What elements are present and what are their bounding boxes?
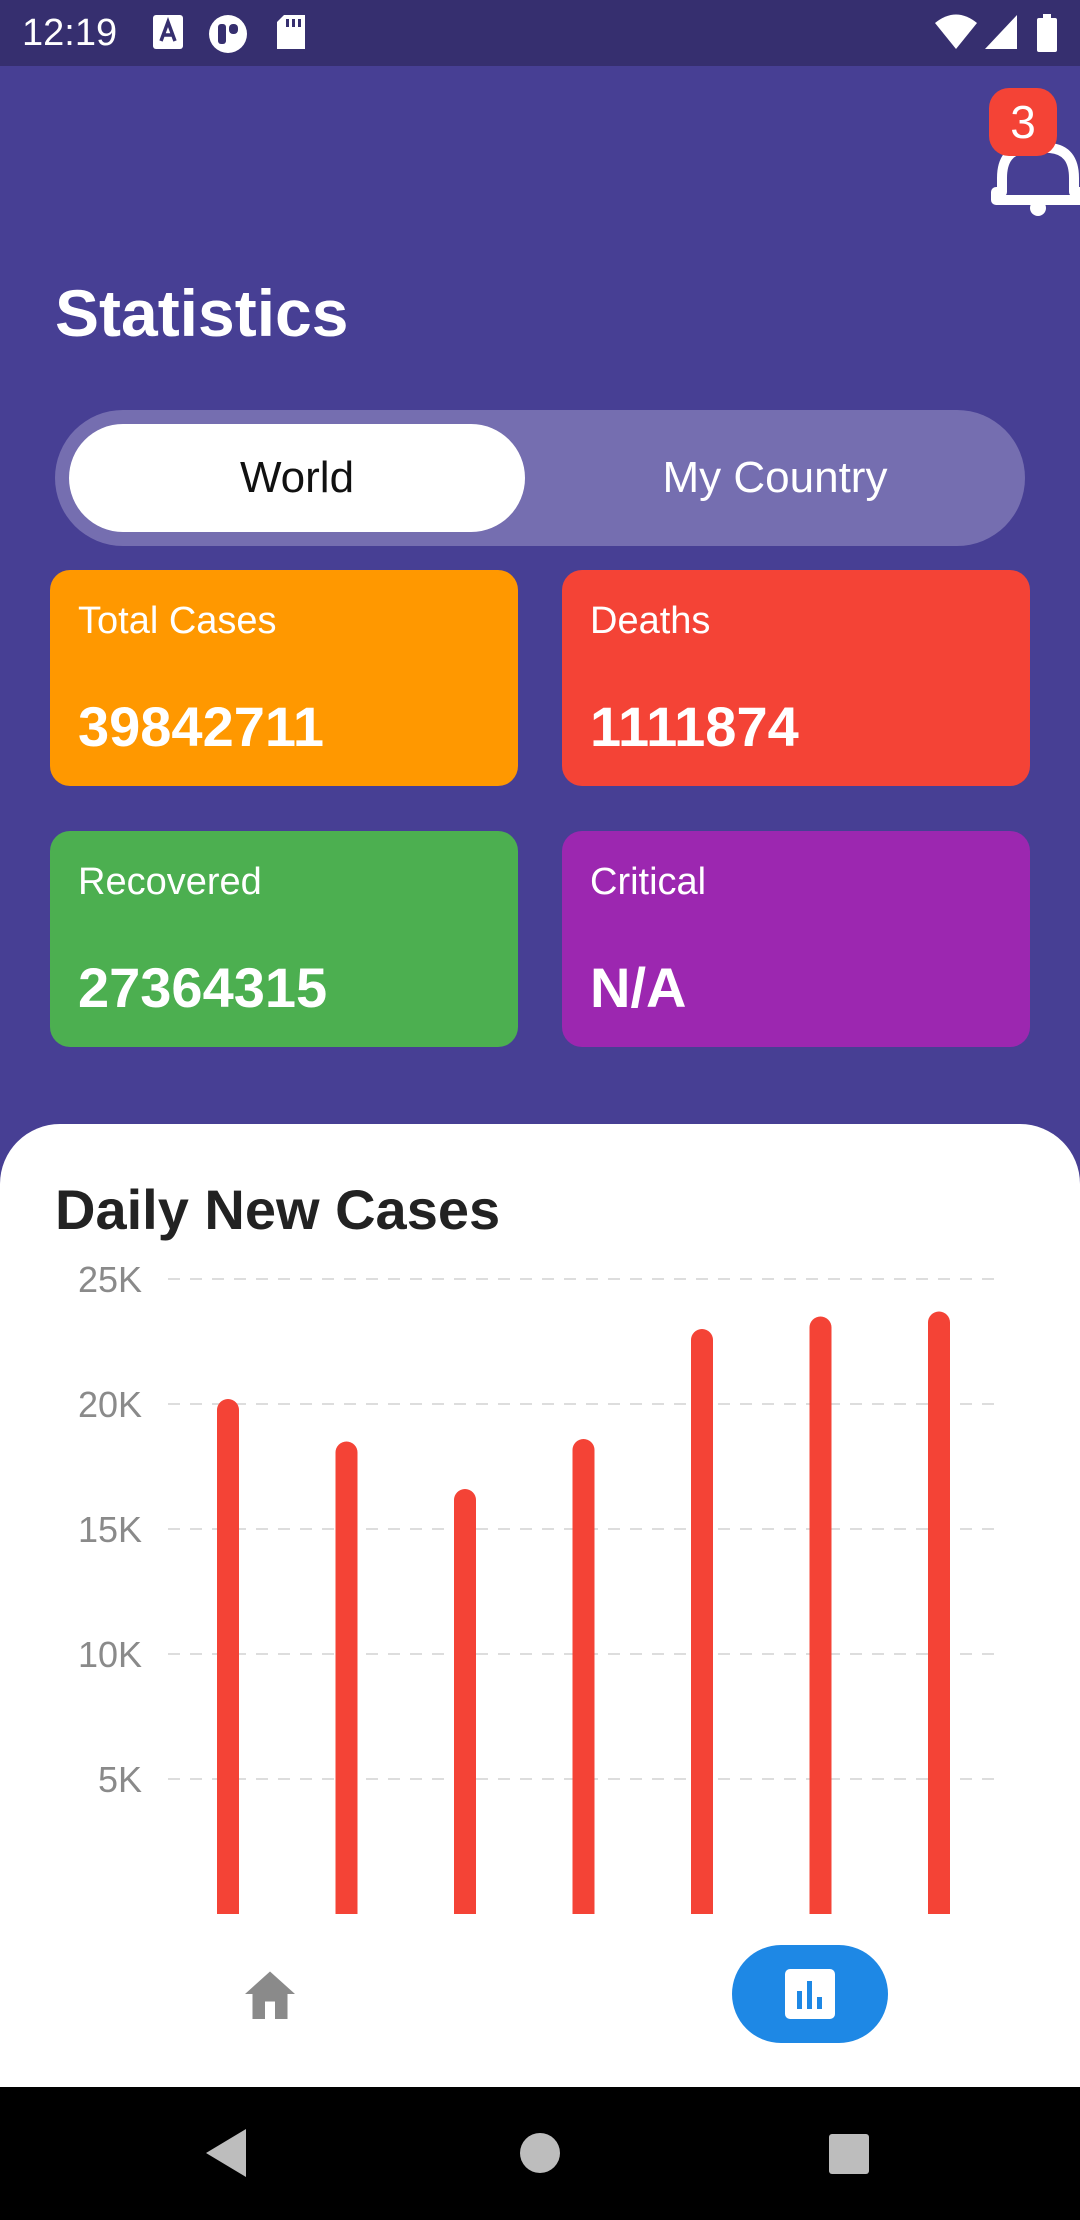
chart-bar: [572, 1439, 595, 1914]
y-tick-label: 5K: [98, 1759, 142, 1800]
critical-value: N/A: [590, 956, 687, 1019]
chart-bar: [335, 1441, 358, 1914]
critical-card: Critical N/A: [562, 831, 1030, 1047]
tab-world[interactable]: World: [69, 424, 525, 532]
chart-bar: [691, 1329, 713, 1914]
total-cases-value: 39842711: [78, 695, 325, 758]
cell-signal-icon: [985, 15, 1017, 49]
y-tick-label: 10K: [78, 1634, 142, 1675]
daily-cases-chart: 5K 10K 15K 20K 25K: [78, 1259, 1000, 1914]
notification-badge: 3: [989, 88, 1057, 156]
critical-label: Critical: [590, 861, 707, 903]
sd-card-icon: [277, 15, 305, 49]
scope-toggle: World My Country: [55, 410, 1025, 546]
recovered-value: 27364315: [78, 956, 328, 1019]
status-time: 12:19: [22, 12, 118, 54]
deaths-value: 1111874: [590, 695, 799, 758]
battery-icon: [1037, 14, 1057, 52]
deaths-label: Deaths: [590, 600, 711, 642]
recents-icon[interactable]: [828, 2133, 870, 2175]
total-cases-label: Total Cases: [78, 600, 277, 642]
chart-bar: [809, 1316, 832, 1914]
y-tick-label: 20K: [78, 1384, 142, 1425]
back-icon[interactable]: [202, 2127, 250, 2179]
wifi-icon: [935, 14, 977, 49]
chart-panel: Daily New Cases 5K 10K 15K 20K 25K: [0, 1124, 1080, 2087]
bar-chart-icon: [785, 1969, 835, 2019]
status-bar: 12:19: [0, 0, 1080, 66]
page-title: Statistics: [55, 276, 349, 350]
home-circle-icon[interactable]: [518, 2131, 562, 2175]
pocket-app-icon: [209, 15, 247, 53]
recovered-label: Recovered: [78, 861, 262, 903]
home-icon[interactable]: [240, 1966, 300, 2022]
chart-bar: [217, 1399, 239, 1914]
chart-bar: [454, 1489, 476, 1914]
stats-nav-button[interactable]: [732, 1945, 888, 2043]
total-cases-card: Total Cases 39842711: [50, 570, 518, 786]
tab-my-country[interactable]: My Country: [540, 424, 1010, 532]
system-nav-bar: [0, 2087, 1080, 2220]
chart-bar: [928, 1311, 950, 1914]
y-tick-label: 15K: [78, 1509, 142, 1550]
y-tick-label: 25K: [78, 1259, 142, 1300]
recovered-card: Recovered 27364315: [50, 831, 518, 1047]
deaths-card: Deaths 1111874: [562, 570, 1030, 786]
screen: 12:19 3 Statistics World My Country Tota…: [0, 0, 1080, 2220]
font-download-icon: [153, 15, 183, 49]
